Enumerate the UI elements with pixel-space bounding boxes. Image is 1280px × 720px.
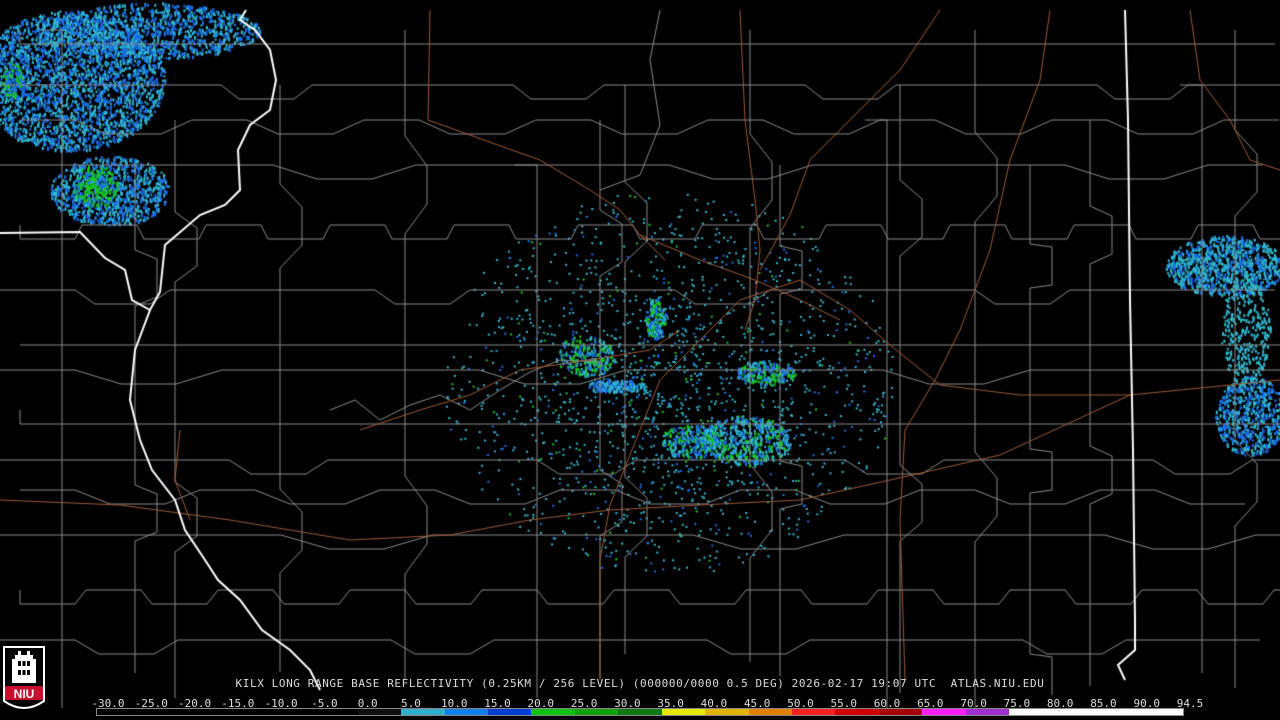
- colorbar-segment: [227, 709, 271, 715]
- colorbar-segment: [965, 709, 1010, 715]
- colorbar-segment: [835, 709, 879, 715]
- radar-map: [0, 0, 1280, 720]
- colorbar-segment: [661, 709, 706, 715]
- colorbar-segment: [574, 709, 619, 715]
- colorbar-segment: [401, 709, 445, 715]
- colorbar-segment: [183, 709, 228, 715]
- colorbar-segment: [922, 709, 966, 715]
- colorbar-segment: [140, 709, 184, 715]
- product-caption: KILX LONG RANGE BASE REFLECTIVITY (0.25K…: [235, 677, 1045, 690]
- colorbar-segment: [531, 709, 575, 715]
- colorbar-segment: [1009, 709, 1053, 715]
- colorbar-segment: [1139, 709, 1183, 715]
- colorbar-segment: [792, 709, 836, 715]
- colorbar-segment: [97, 709, 141, 715]
- colorbar-segment: [878, 709, 923, 715]
- colorbar-segment: [1096, 709, 1140, 715]
- colorbar-segment: [705, 709, 749, 715]
- colorbar-segment: [748, 709, 792, 715]
- colorbar-segment: [1052, 709, 1097, 715]
- colorbar-segment: [618, 709, 662, 715]
- colorbar: [96, 708, 1184, 716]
- colorbar-segment: [270, 709, 315, 715]
- colorbar-segment: [487, 709, 532, 715]
- colorbar-segment: [444, 709, 488, 715]
- colorbar-segment: [357, 709, 402, 715]
- colorbar-segment: [314, 709, 358, 715]
